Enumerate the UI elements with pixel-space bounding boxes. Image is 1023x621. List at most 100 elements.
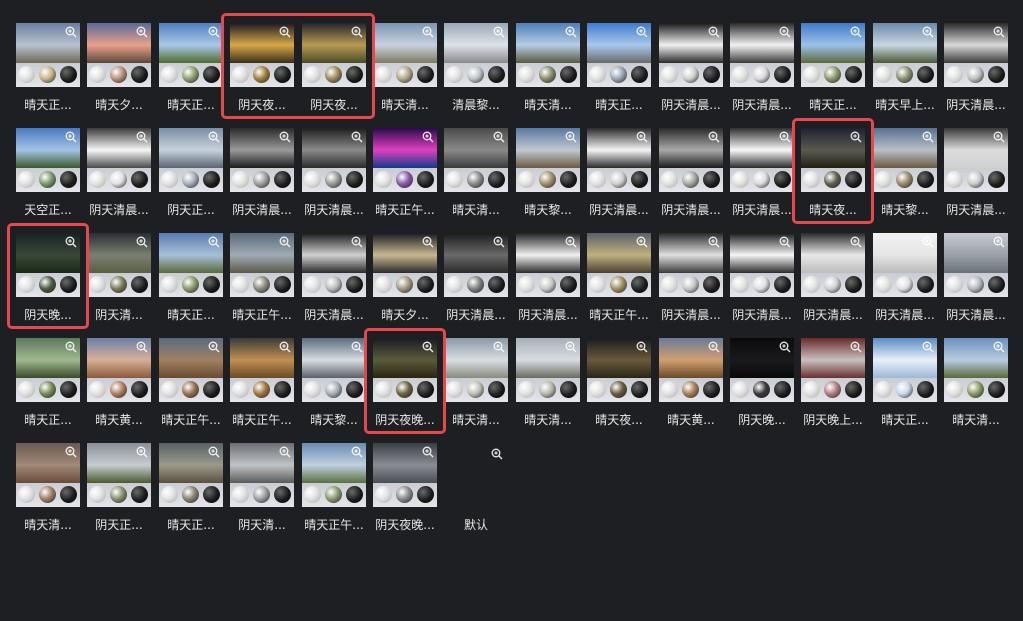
- hdri-thumbnail[interactable]: [659, 23, 723, 87]
- hdri-tile[interactable]: 阴天清晨...: [230, 128, 301, 228]
- hdri-thumbnail[interactable]: [801, 128, 865, 192]
- hdri-tile[interactable]: 阴天清晨...: [801, 233, 872, 333]
- hdri-tile[interactable]: 阴天清...: [87, 233, 158, 333]
- zoom-in-icon[interactable]: [993, 26, 1005, 38]
- hdri-tile[interactable]: 晴天夜...: [587, 338, 658, 438]
- hdri-tile[interactable]: 阴天清晨...: [302, 128, 373, 228]
- hdri-thumbnail[interactable]: [159, 233, 223, 297]
- hdri-tile[interactable]: 晴天正午...: [587, 233, 658, 333]
- hdri-tile[interactable]: 阴天清晨...: [944, 233, 1015, 333]
- zoom-in-icon[interactable]: [208, 131, 220, 143]
- zoom-in-icon[interactable]: [708, 236, 720, 248]
- hdri-thumbnail[interactable]: [873, 338, 937, 402]
- hdri-tile[interactable]: 晴天夕...: [87, 23, 158, 123]
- hdri-tile[interactable]: 晴天正午...: [159, 338, 230, 438]
- zoom-in-icon[interactable]: [636, 131, 648, 143]
- hdri-thumbnail[interactable]: [87, 233, 151, 297]
- zoom-in-icon[interactable]: [351, 446, 363, 458]
- hdri-thumbnail[interactable]: [444, 233, 508, 297]
- hdri-thumbnail[interactable]: [944, 23, 1008, 87]
- hdri-tile[interactable]: 晴天清...: [444, 128, 515, 228]
- zoom-in-icon[interactable]: [422, 26, 434, 38]
- zoom-in-icon[interactable]: [208, 446, 220, 458]
- zoom-in-icon[interactable]: [779, 131, 791, 143]
- hdri-thumbnail[interactable]: [944, 128, 1008, 192]
- zoom-in-icon[interactable]: [136, 341, 148, 353]
- hdri-tile[interactable]: 阴天清晨...: [944, 128, 1015, 228]
- hdri-thumbnail[interactable]: [159, 443, 223, 507]
- hdri-thumbnail[interactable]: [730, 128, 794, 192]
- hdri-tile[interactable]: 阴天清晨...: [516, 233, 587, 333]
- hdri-thumbnail[interactable]: [16, 128, 80, 192]
- zoom-in-icon[interactable]: [636, 26, 648, 38]
- zoom-in-icon[interactable]: [491, 448, 503, 460]
- zoom-in-icon[interactable]: [565, 131, 577, 143]
- hdri-thumbnail[interactable]: [87, 128, 151, 192]
- hdri-tile[interactable]: 阴天清晨...: [730, 23, 801, 123]
- hdri-tile[interactable]: 晴天正...: [801, 23, 872, 123]
- zoom-in-icon[interactable]: [922, 341, 934, 353]
- hdri-thumbnail[interactable]: [230, 128, 294, 192]
- zoom-in-icon[interactable]: [993, 131, 1005, 143]
- zoom-in-icon[interactable]: [708, 26, 720, 38]
- zoom-in-icon[interactable]: [422, 131, 434, 143]
- hdri-tile[interactable]: 阴天夜晚...: [373, 443, 444, 543]
- zoom-in-icon[interactable]: [136, 236, 148, 248]
- hdri-thumbnail[interactable]: [873, 23, 937, 87]
- hdri-thumbnail[interactable]: [873, 128, 937, 192]
- hdri-tile[interactable]: 阴天夜...: [302, 23, 373, 123]
- hdri-thumbnail[interactable]: [659, 338, 723, 402]
- hdri-tile[interactable]: 晴天正午...: [230, 338, 301, 438]
- zoom-in-icon[interactable]: [65, 131, 77, 143]
- zoom-in-icon[interactable]: [65, 236, 77, 248]
- hdri-tile[interactable]: 阴天清晨...: [730, 128, 801, 228]
- hdri-tile[interactable]: 晴天早上...: [873, 23, 944, 123]
- zoom-in-icon[interactable]: [279, 236, 291, 248]
- hdri-thumbnail[interactable]: [444, 128, 508, 192]
- hdri-thumbnail[interactable]: [944, 338, 1008, 402]
- hdri-thumbnail[interactable]: [159, 23, 223, 87]
- hdri-thumbnail[interactable]: [230, 233, 294, 297]
- hdri-tile[interactable]: 晴天正午...: [373, 128, 444, 228]
- hdri-tile[interactable]: 阴天清晨...: [444, 233, 515, 333]
- hdri-tile[interactable]: 阴天晚...: [16, 233, 87, 333]
- hdri-thumbnail[interactable]: [730, 23, 794, 87]
- hdri-tile[interactable]: 阴天清...: [230, 443, 301, 543]
- hdri-thumbnail[interactable]: [801, 338, 865, 402]
- hdri-tile[interactable]: 阴天清晨...: [659, 128, 730, 228]
- hdri-thumbnail[interactable]: [159, 128, 223, 192]
- hdri-thumbnail[interactable]: [587, 128, 651, 192]
- zoom-in-icon[interactable]: [708, 131, 720, 143]
- zoom-in-icon[interactable]: [565, 341, 577, 353]
- zoom-in-icon[interactable]: [779, 236, 791, 248]
- hdri-thumbnail[interactable]: [587, 338, 651, 402]
- hdri-tile[interactable]: 晴天正午...: [302, 443, 373, 543]
- zoom-in-icon[interactable]: [993, 341, 1005, 353]
- zoom-in-icon[interactable]: [65, 26, 77, 38]
- hdri-tile[interactable]: 晴天清...: [444, 338, 515, 438]
- hdri-tile[interactable]: 晴天正...: [159, 233, 230, 333]
- zoom-in-icon[interactable]: [422, 446, 434, 458]
- hdri-thumbnail[interactable]: [444, 23, 508, 87]
- zoom-in-icon[interactable]: [351, 341, 363, 353]
- zoom-in-icon[interactable]: [136, 26, 148, 38]
- hdri-tile[interactable]: 晴天清...: [516, 23, 587, 123]
- hdri-thumbnail[interactable]: [373, 338, 437, 402]
- hdri-thumbnail[interactable]: [230, 23, 294, 87]
- zoom-in-icon[interactable]: [922, 236, 934, 248]
- zoom-in-icon[interactable]: [850, 131, 862, 143]
- hdri-tile[interactable]: 晴天夕...: [373, 233, 444, 333]
- hdri-tile[interactable]: 晴天清...: [16, 443, 87, 543]
- hdri-thumbnail[interactable]: [587, 233, 651, 297]
- hdri-tile[interactable]: 晴天夜...: [801, 128, 872, 228]
- hdri-thumbnail[interactable]: [801, 23, 865, 87]
- hdri-tile[interactable]: 阴天晚...: [730, 338, 801, 438]
- hdri-tile[interactable]: 清晨黎...: [444, 23, 515, 123]
- zoom-in-icon[interactable]: [850, 236, 862, 248]
- hdri-tile[interactable]: 晴天清...: [373, 23, 444, 123]
- zoom-in-icon[interactable]: [208, 341, 220, 353]
- default-tile[interactable]: 默认: [444, 443, 515, 543]
- hdri-thumbnail[interactable]: [516, 128, 580, 192]
- zoom-in-icon[interactable]: [493, 26, 505, 38]
- zoom-in-icon[interactable]: [922, 131, 934, 143]
